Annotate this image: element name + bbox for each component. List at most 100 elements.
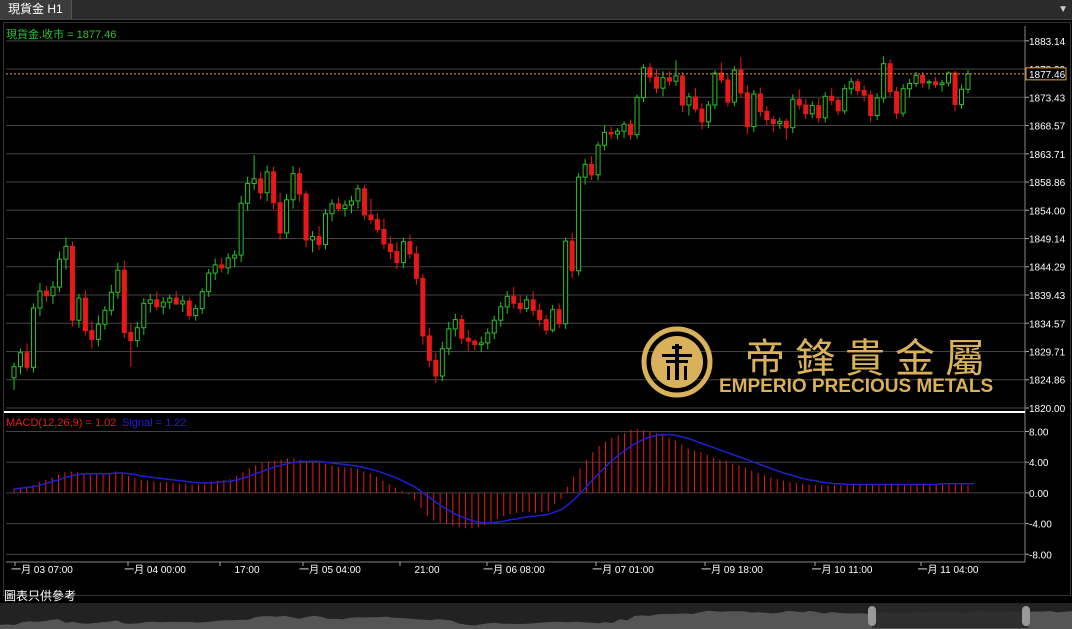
candle-body — [952, 72, 958, 105]
time-tick-label: 一月 11 04:00 — [918, 564, 979, 576]
candle-body — [569, 240, 575, 272]
candle-body — [543, 319, 549, 331]
candle-body — [764, 110, 770, 121]
overview-drag-handle[interactable] — [1022, 606, 1030, 626]
candle-body — [790, 98, 796, 129]
candle-body — [186, 300, 192, 317]
candle-body — [290, 173, 296, 201]
price-tick-label: 1854.00 — [1029, 206, 1066, 217]
candle-body — [829, 95, 835, 101]
candle-body — [50, 286, 56, 297]
candle-body — [861, 89, 867, 96]
candle-body — [751, 93, 757, 128]
macd-tick-label: -8.00 — [1029, 550, 1052, 561]
price-tick-label: 1829.71 — [1029, 348, 1066, 359]
chart-canvas[interactable]: 1883.141878.291873.431868.571863.711858.… — [0, 0, 1072, 629]
candle-body — [660, 77, 666, 89]
candle-body — [43, 290, 49, 297]
overview-window[interactable] — [872, 604, 1028, 628]
candle-body — [37, 290, 43, 309]
candle-body — [744, 92, 750, 128]
candle-body — [24, 352, 30, 368]
candle-body — [297, 173, 303, 195]
time-tick-label: 17:00 — [234, 565, 259, 576]
candle-body — [108, 291, 114, 311]
overview-drag-handle[interactable] — [868, 606, 876, 626]
price-tick-label: 1873.43 — [1029, 93, 1066, 104]
candle-body — [653, 76, 660, 89]
candle-body — [173, 297, 179, 305]
time-tick-label: 一月 07 01:00 — [592, 564, 654, 576]
candle-body — [245, 183, 251, 204]
candle-body — [212, 264, 218, 274]
time-tick-label: 一月 06 08:00 — [483, 564, 545, 576]
candle-body — [381, 228, 387, 245]
main-legend: 現貨金.收市 = 1877.46 — [6, 27, 116, 41]
price-tick-label: 1844.29 — [1029, 263, 1066, 274]
candle-body — [225, 257, 231, 269]
candle-body — [900, 88, 906, 114]
candle-body — [589, 163, 595, 176]
candle-body — [491, 319, 497, 334]
candle-body — [232, 254, 238, 259]
candle-body — [420, 277, 426, 337]
candle-body — [258, 178, 264, 194]
candle-body — [368, 214, 374, 221]
candle-body — [550, 309, 556, 331]
candle-body — [446, 328, 452, 350]
candle-body — [316, 235, 322, 246]
time-tick-label: 一月 09 18:00 — [701, 564, 763, 576]
candle-body — [679, 75, 685, 106]
candle-body — [530, 299, 536, 311]
price-tick-label: 1820.00 — [1029, 404, 1066, 415]
time-tick-label: 21:00 — [414, 565, 439, 576]
candle-body — [121, 269, 127, 333]
candle-body — [640, 67, 647, 98]
candle-body — [621, 123, 627, 132]
candle-body — [894, 91, 900, 114]
candle-body — [433, 359, 439, 377]
watermark-english: EMPERIO PRECIOUS METALS — [719, 376, 994, 397]
candle-body — [180, 300, 186, 305]
candle-body — [920, 74, 926, 84]
candle-body — [712, 72, 718, 106]
candle-body — [335, 203, 342, 210]
current-price-label: 1877.46 — [1029, 70, 1066, 81]
price-tick-label: 1863.71 — [1029, 150, 1066, 161]
macd-legend: MACD(12,26,9) = 1.02 — [6, 417, 116, 429]
price-tick-label: 1824.86 — [1029, 376, 1066, 387]
candle-body — [855, 81, 861, 91]
candle-body — [803, 104, 809, 115]
price-tick-label: 1883.14 — [1029, 37, 1066, 48]
price-tick-label: 1849.14 — [1029, 235, 1066, 246]
candle-body — [881, 63, 887, 99]
candle-body — [634, 96, 640, 136]
candle-body — [128, 331, 134, 342]
candle-body — [134, 327, 140, 342]
candle-body — [933, 81, 939, 86]
macd-tick-label: 0.00 — [1029, 489, 1049, 500]
emperio-logo-icon — [641, 326, 713, 398]
candle-body — [842, 88, 848, 112]
candle-body — [576, 176, 582, 272]
overview-sparkline — [0, 604, 1072, 629]
candle-body — [387, 243, 393, 253]
signal-legend: Signal = 1.22 — [122, 417, 187, 429]
candle-body — [705, 104, 711, 123]
candle-body — [887, 63, 893, 93]
candle-body — [206, 272, 212, 293]
candle-body — [426, 335, 432, 361]
candle-body — [11, 366, 17, 379]
candle-body — [692, 96, 698, 110]
time-tick-label: 一月 05 04:00 — [299, 564, 361, 576]
candle-body — [913, 74, 919, 85]
candle-body — [82, 297, 88, 332]
candle-body — [407, 241, 413, 255]
overview-scrollbar[interactable] — [0, 603, 1072, 629]
candle-body — [615, 130, 621, 135]
candle-body — [731, 69, 737, 103]
candle-body — [582, 163, 588, 178]
candle-body — [17, 352, 24, 368]
candle-body — [355, 188, 361, 202]
candle-body — [303, 193, 309, 241]
